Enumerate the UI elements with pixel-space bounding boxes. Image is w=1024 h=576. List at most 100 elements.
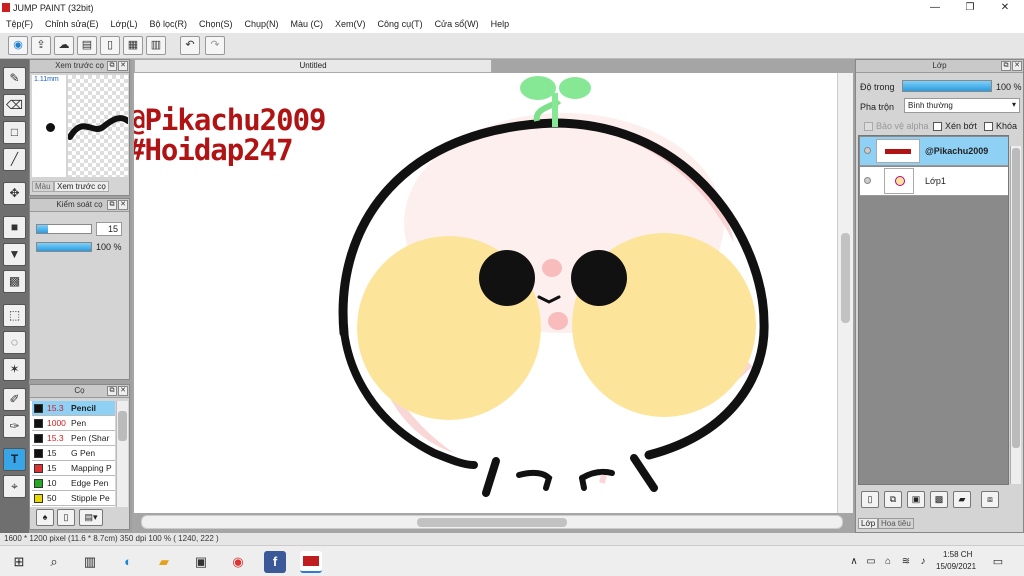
scroll-thumb[interactable] [118,411,127,441]
lock-checkbox[interactable]: Khóa [984,121,1017,132]
clipping-checkbox[interactable]: Xén bớt [933,121,977,132]
copy-layer-icon[interactable]: ⧉ [884,491,902,508]
tab-color[interactable]: Màu [32,181,54,192]
minimize-button[interactable]: — [918,0,952,16]
float-icon[interactable]: ⧉ [107,386,117,396]
canvas-horizontal-scrollbar[interactable] [141,515,843,529]
jump-paint-icon[interactable] [300,551,322,573]
rect-tool-icon[interactable]: □ [3,121,26,144]
visibility-icon[interactable] [864,147,871,154]
brush-list-item[interactable]: 15 G Pen [32,446,115,461]
brush-tool-icon[interactable]: ✎ [3,67,26,90]
scroll-thumb[interactable] [1012,148,1020,448]
tone-layer-icon[interactable]: ▩ [930,491,948,508]
menu-help[interactable]: Help [491,16,510,33]
brush-size-value[interactable]: 15 [96,222,122,236]
close-icon[interactable]: ✕ [1012,61,1022,71]
menu-layer[interactable]: Lớp(L) [111,16,138,33]
float-icon[interactable]: ⧉ [107,61,117,71]
menu-filter[interactable]: Bộ lọc(R) [149,16,187,33]
eraser-tool-icon[interactable]: ⌫ [3,94,26,117]
clock-date[interactable]: 15/09/2021 [936,562,976,571]
lasso-tool-icon[interactable]: ◌ [3,331,26,354]
comment-icon[interactable]: ☁ [54,36,74,55]
redo-icon[interactable]: ↷ [205,36,225,55]
notification-icon[interactable]: ▭ [987,551,1009,573]
clock-time[interactable]: 1:58 CH [943,550,972,559]
undo-icon[interactable]: ↶ [180,36,200,55]
close-icon[interactable]: ✕ [118,200,128,210]
file-explorer-icon[interactable]: ▰ [153,551,175,573]
menu-select[interactable]: Chọn(S) [199,16,233,33]
bucket-tool-icon[interactable]: ▼ [3,243,26,266]
line-tool-icon[interactable]: ╱ [3,148,26,171]
task-view-icon[interactable]: ▥ [79,551,101,573]
folder-icon[interactable]: ▰ [953,491,971,508]
close-button[interactable]: ✕ [988,0,1022,16]
fill-shape-tool-icon[interactable]: ■ [3,216,26,239]
add-brush-icon[interactable]: ♠ [36,509,54,526]
maximize-button[interactable]: ❐ [953,0,987,16]
scroll-thumb[interactable] [417,518,567,527]
tab-layer[interactable]: Lớp [858,518,879,529]
layer-row[interactable]: Lớp1 [860,167,1008,196]
brush-list-item[interactable]: 10 Edge Pen [32,476,115,491]
visibility-icon[interactable] [864,177,871,184]
magic-wand-tool-icon[interactable]: ✶ [3,358,26,381]
edge-icon[interactable]: ◐ [117,551,139,573]
page-icon[interactable]: ▯ [100,36,120,55]
layer-scrollbar[interactable] [1010,146,1021,484]
export-icon[interactable]: ⇪ [31,36,51,55]
menu-tools[interactable]: Công cụ(T) [378,16,423,33]
brush-menu-icon[interactable]: ▤▾ [79,509,103,526]
windows-start-icon[interactable]: ⊞ [8,551,30,573]
select-pen-tool-icon[interactable]: ✐ [3,388,26,411]
new-brush-icon[interactable]: ▯ [57,509,75,526]
brush-opacity-slider[interactable] [36,242,92,252]
volume-icon[interactable]: ♪ [912,551,934,573]
move-tool-icon[interactable]: ✥ [3,182,26,205]
layer-mask-icon[interactable]: ▣ [907,491,925,508]
menu-view[interactable]: Xem(V) [335,16,366,33]
duplicate-layer-icon[interactable]: ⧈ [981,491,999,508]
brush-list-item[interactable]: 15 Mapping P [32,461,115,476]
brush-list-scrollbar[interactable] [116,401,128,507]
search-icon[interactable]: ⌕ [43,551,65,573]
new-layer-icon[interactable]: ▯ [861,491,879,508]
menu-capture[interactable]: Chụp(N) [245,16,279,33]
canvas-vertical-scrollbar[interactable] [837,73,853,513]
brush-size-label[interactable]: 1.11mm [34,76,59,83]
brush-list-item[interactable]: 50 Stipple Pe [32,491,115,506]
gradient-tool-icon[interactable]: ▩ [3,270,26,293]
float-icon[interactable]: ⧉ [107,200,117,210]
store-icon[interactable]: ▣ [190,551,212,573]
menu-window[interactable]: Cửa sổ(W) [435,16,479,33]
text-tool-icon[interactable]: T [3,448,26,471]
float-icon[interactable]: ⧉ [1001,61,1011,71]
document-tab[interactable]: Untitled [134,59,492,73]
canvas[interactable]: @Pikachu2009 #Hoidap247 [134,73,837,513]
brush-list-item[interactable]: 1000 Pen [32,416,115,431]
tab-navigator[interactable]: Hoa tiêu [878,518,914,529]
menu-color[interactable]: Màu (C) [291,16,324,33]
facebook-icon[interactable]: f [264,551,286,573]
menu-file[interactable]: Tệp(F) [6,16,33,33]
new-doc-icon[interactable]: ◉ [8,36,28,55]
blend-mode-select[interactable]: Bình thường ▾ [904,98,1020,113]
page-settings-icon[interactable]: ▦ [123,36,143,55]
eyedropper-tool-icon[interactable]: ⌖ [3,475,26,498]
select-eraser-tool-icon[interactable]: ✑ [3,415,26,438]
brush-list-item[interactable]: 15.3 Pencil [32,401,115,416]
brush-list-item[interactable]: 15.3 Pen (Shar [32,431,115,446]
tab-brush-preview[interactable]: Xem trước cọ [54,181,109,192]
chrome-icon[interactable]: ◉ [227,551,249,573]
close-icon[interactable]: ✕ [118,61,128,71]
layer-opacity-slider[interactable] [902,80,992,92]
grid-icon[interactable]: ▥ [146,36,166,55]
scroll-thumb[interactable] [841,233,850,323]
brush-size-slider[interactable] [36,224,92,234]
layer-row[interactable]: @Pikachu2009 [860,137,1008,166]
rect-select-tool-icon[interactable]: ⬚ [3,304,26,327]
message-icon[interactable]: ▤ [77,36,97,55]
menu-edit[interactable]: Chỉnh sửa(E) [45,16,99,33]
